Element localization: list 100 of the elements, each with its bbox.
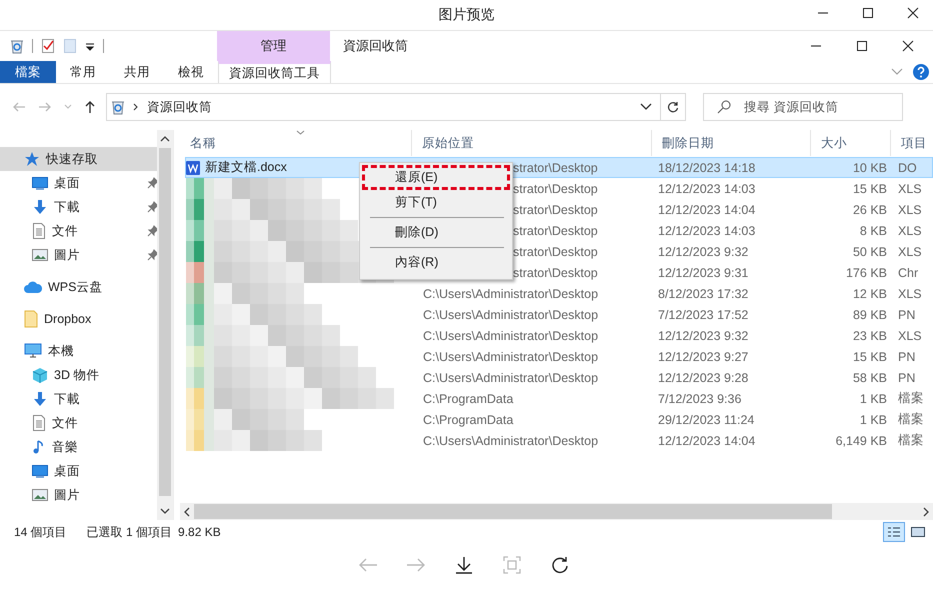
chevron-up-icon[interactable] <box>160 136 170 142</box>
contextual-tab-group: 管理 <box>217 31 330 61</box>
chevron-right-icon[interactable] <box>923 506 929 516</box>
up-arrow-icon[interactable] <box>84 100 96 114</box>
menu-item[interactable]: 刪除(D) <box>362 220 510 245</box>
close-icon[interactable] <box>907 7 919 19</box>
sidebar-item[interactable]: 圖片 <box>0 483 157 507</box>
table-cell-text: 10 KB <box>852 160 888 174</box>
menu-item[interactable]: 剪下(T) <box>362 190 510 215</box>
table-cell-text: C:\Users\Administrator\Desktop <box>422 308 600 322</box>
download-icon <box>32 391 48 407</box>
table-cell-text: 8/12/2023 17:32 <box>657 286 750 300</box>
checklist-icon[interactable] <box>41 38 55 54</box>
file-name: 新建文檔.docx <box>205 159 287 176</box>
document-icon <box>32 223 46 239</box>
table-cell-text: 18/12/2023 14:18 <box>657 160 756 174</box>
table-cell-text: 29/12/2023 11:24 <box>657 412 756 426</box>
sidebar-item[interactable]: 音樂 <box>0 435 157 459</box>
pin-icon[interactable] <box>147 225 157 237</box>
file-tab[interactable]: 檔案 <box>0 61 56 83</box>
sidebar-item[interactable]: 桌面 <box>0 171 157 195</box>
table-cell-text: 50 KB <box>852 244 888 258</box>
table-cell-text: C:\ProgramData <box>422 392 514 406</box>
table-cell-text: 檔案 <box>897 411 925 428</box>
table-cell-text: 12/12/2023 9:28 <box>657 370 750 384</box>
search-field[interactable]: 搜尋 資源回收筒 <box>703 93 903 121</box>
table-cell-text: 26 KB <box>852 202 888 216</box>
details-view-button[interactable] <box>883 522 905 542</box>
sidebar-item[interactable]: WPS云盘 <box>0 275 157 299</box>
menu-item[interactable]: 內容(R) <box>362 250 510 275</box>
table-cell-text: C:\ProgramData <box>422 412 514 426</box>
chevron-left-icon[interactable] <box>184 506 190 516</box>
maximize-icon[interactable] <box>856 40 868 52</box>
item-count: 14 個項目 <box>14 524 67 540</box>
ribbon-tab[interactable]: 資源回收筒工具 <box>218 61 331 83</box>
table-cell-text: 1 KB <box>858 392 888 406</box>
column-header[interactable]: 刪除日期 <box>652 130 811 156</box>
sidebar-item[interactable]: 本機 <box>0 339 157 363</box>
table-cell-text: 23 KB <box>852 328 888 342</box>
sort-chevron-icon <box>296 130 304 135</box>
column-header[interactable]: 大小 <box>811 130 891 156</box>
ribbon-tab[interactable]: 共用 <box>110 61 164 83</box>
pin-icon[interactable] <box>147 177 157 189</box>
table-cell-text: 12/12/2023 14:03 <box>657 224 756 238</box>
table-cell-text: C:\Users\Administrator\Desktop <box>422 328 600 342</box>
search-icon <box>717 100 731 114</box>
chevron-down-icon[interactable] <box>160 508 170 514</box>
table-cell-text: C:\Users\Administrator\Desktop <box>422 350 600 364</box>
table-cell-text: 檔案 <box>897 390 925 407</box>
sidebar-item[interactable]: 下載 <box>0 195 157 219</box>
sidebar-item[interactable]: 桌面 <box>0 459 157 483</box>
sidebar-item[interactable]: 3D 物件 <box>0 363 157 387</box>
download-icon <box>32 199 48 215</box>
ribbon-tab[interactable]: 檢視 <box>164 61 218 83</box>
chevron-down-icon[interactable] <box>640 103 652 111</box>
table-cell-text: 12/12/2023 9:31 <box>657 266 750 280</box>
ribbon-tab[interactable]: 常用 <box>56 61 110 83</box>
window-title: 图片预览 <box>438 6 494 24</box>
pin-icon[interactable] <box>147 249 157 261</box>
cloud-icon <box>24 280 42 294</box>
table-cell-text: 89 KB <box>852 308 888 322</box>
refresh-button[interactable] <box>660 93 686 121</box>
selection-count: 已選取 1 個項目 <box>86 524 172 540</box>
chevron-right-icon[interactable] <box>133 103 139 111</box>
table-cell-text: strator\Desktop <box>512 182 599 196</box>
table-cell-text: XLS <box>897 244 923 258</box>
word-document-icon <box>186 160 200 174</box>
music-note-icon <box>32 439 46 455</box>
sidebar-item[interactable]: 圖片 <box>0 243 157 267</box>
table-cell-text: 12 KB <box>852 286 888 300</box>
table-cell-text: 7/12/2023 9:36 <box>657 392 742 406</box>
scrollbar[interactable] <box>156 130 173 520</box>
sidebar-item[interactable]: 文件 <box>0 411 157 435</box>
pin-icon[interactable] <box>147 201 157 213</box>
table-cell-text: PN <box>897 370 916 384</box>
close-icon[interactable] <box>902 40 914 52</box>
sidebar-item[interactable]: Dropbox <box>0 307 157 331</box>
address-bar[interactable]: 資源回收筒 <box>106 93 661 121</box>
column-header[interactable]: 項目 <box>891 130 931 156</box>
table-cell-text: C:\Users\Administrator\Desktop <box>422 434 600 448</box>
table-cell-text: 12/12/2023 9:27 <box>657 350 750 364</box>
table-cell-text: strator\Desktop <box>512 266 599 280</box>
computer-icon <box>24 343 42 359</box>
help-icon[interactable] <box>913 64 929 80</box>
table-cell-text: strator\Desktop <box>512 160 599 174</box>
column-header[interactable]: 名稱 <box>180 130 412 156</box>
maximize-icon[interactable] <box>862 7 874 19</box>
folder-icon <box>24 310 38 328</box>
column-header[interactable]: 原始位置 <box>412 130 652 156</box>
table-cell-text: XLS <box>897 202 923 216</box>
sidebar-item[interactable]: 快速存取 <box>0 147 157 171</box>
sidebar-item[interactable]: 下載 <box>0 387 157 411</box>
table-cell-text: XLS <box>897 224 923 238</box>
sidebar-item[interactable]: 文件 <box>0 219 157 243</box>
menu-item[interactable]: 還原(E) <box>362 165 510 190</box>
scrollbar[interactable] <box>180 503 933 520</box>
table-cell-text: XLS <box>897 182 923 196</box>
picture-icon <box>911 526 925 538</box>
list-icon <box>887 526 901 538</box>
star-icon <box>24 151 40 167</box>
